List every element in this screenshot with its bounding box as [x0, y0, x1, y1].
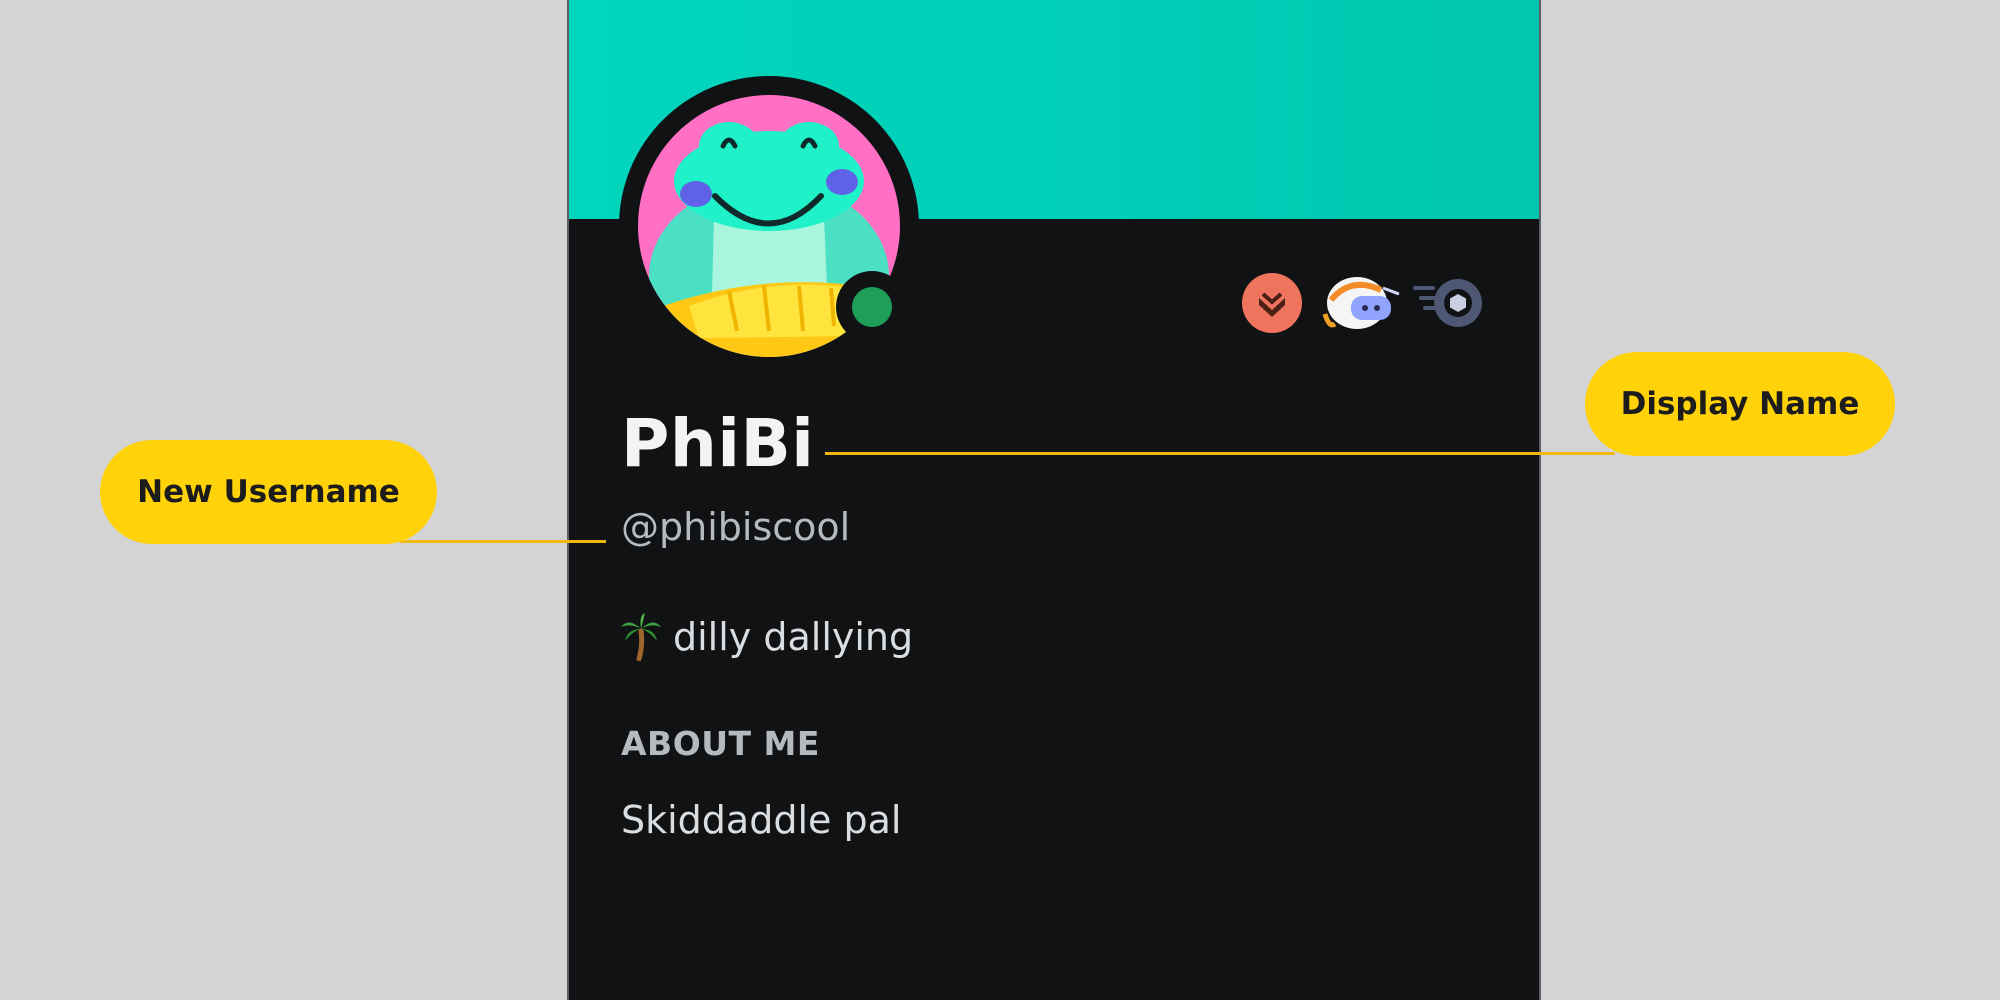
custom-status: dilly dallying — [621, 612, 913, 662]
username-leader-line — [400, 540, 606, 543]
online-status-indicator — [836, 271, 908, 343]
avatar[interactable] — [619, 76, 919, 376]
online-status-dot — [852, 287, 892, 327]
hypesquad-bravery-icon[interactable] — [1239, 270, 1305, 336]
badge-list — [1239, 270, 1489, 340]
about-me-heading: ABOUT ME — [621, 724, 820, 763]
new-username-callout: New Username — [100, 440, 437, 544]
about-me-text: Skiddaddle pal — [621, 798, 902, 842]
quest-helmet-icon[interactable] — [1321, 270, 1401, 336]
username: @phibiscool — [621, 505, 851, 549]
nitro-badge-icon[interactable] — [1411, 270, 1489, 336]
custom-status-text: dilly dallying — [673, 615, 914, 659]
profile-card: PhiBi @phibiscool dilly dallying ABOUT M… — [567, 0, 1541, 1000]
display-name: PhiBi — [621, 405, 815, 482]
display-name-leader-line — [825, 452, 1615, 455]
palm-tree-icon — [621, 613, 661, 661]
display-name-callout: Display Name — [1585, 352, 1895, 456]
